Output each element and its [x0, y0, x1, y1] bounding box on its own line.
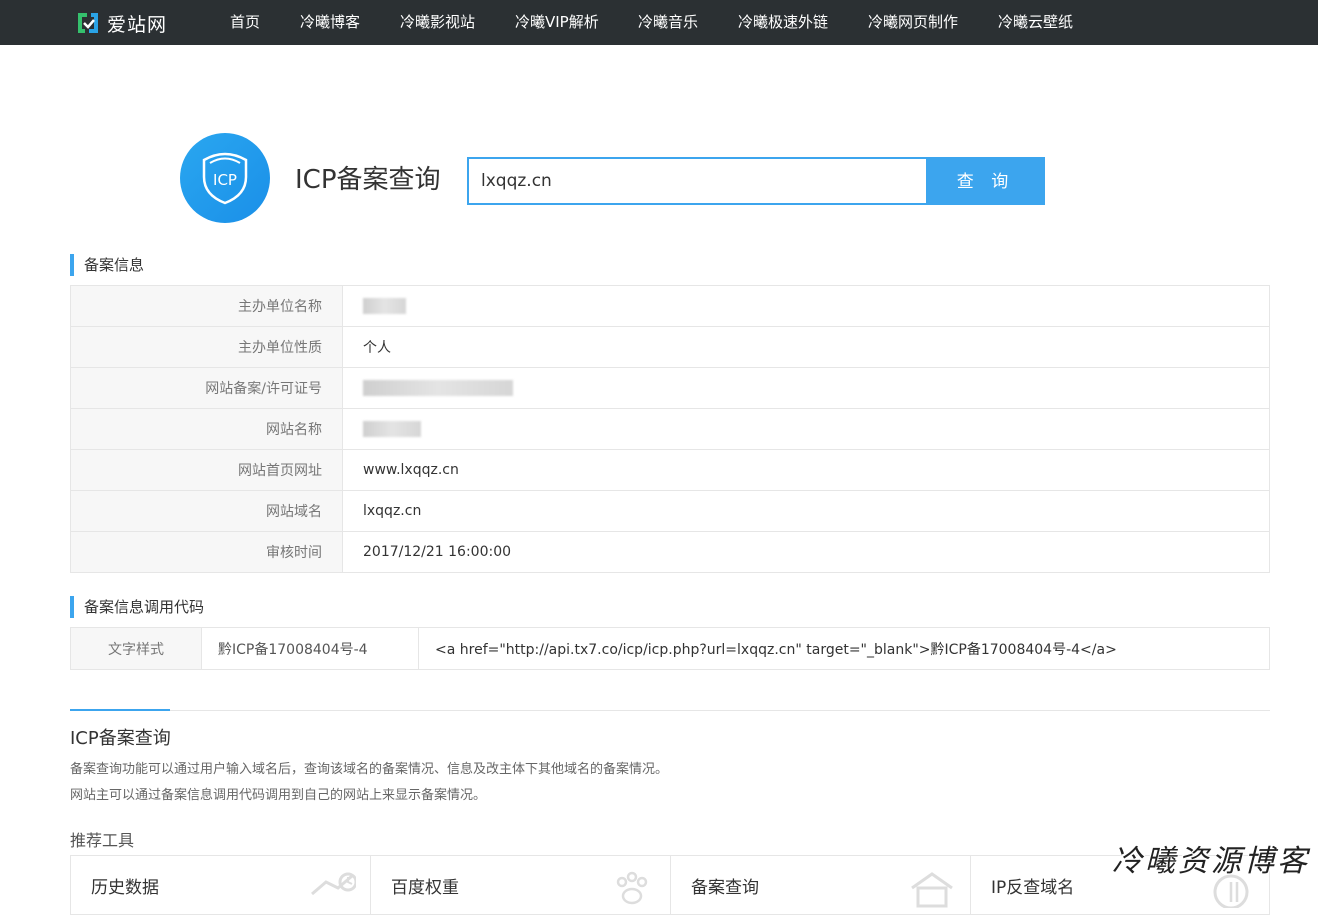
site-name-value [342, 408, 1270, 450]
redacted-value [363, 380, 513, 396]
nav-vip-parse[interactable]: 冷曦VIP解析 [515, 0, 599, 45]
table-row: 网站备案/许可证号 [70, 367, 1270, 409]
brand-logo[interactable]: 爱站网 [75, 8, 167, 38]
tool-card-icp-lookup[interactable]: 备案查询 [670, 855, 970, 915]
row-label: 网站备案/许可证号 [70, 367, 343, 409]
section-divider [70, 710, 1270, 711]
tool-card-label: IP反查域名 [991, 878, 1075, 898]
search-button[interactable]: 查 询 [926, 157, 1045, 205]
redacted-value [363, 421, 421, 437]
history-icon [311, 872, 356, 896]
table-row: 文字样式 黔ICP备17008404号-4 <a href="http://ap… [70, 627, 1270, 670]
row-label: 网站域名 [70, 490, 343, 532]
recommended-tools-title: 推荐工具 [70, 831, 135, 850]
top-nav-bar: 爱站网 首页 冷曦博客 冷曦影视站 冷曦VIP解析 冷曦音乐 冷曦极速外链 冷曦… [0, 0, 1318, 45]
tool-card-label: 备案查询 [691, 878, 759, 898]
brand-name: 爱站网 [107, 13, 168, 36]
page-title: ICP备案查询 [295, 165, 441, 195]
about-title: ICP备案查询 [70, 728, 171, 749]
about-line: 备案查询功能可以通过用户输入域名后，查询该域名的备案情况、信息及改主体下其他域名… [70, 762, 669, 777]
about-line: 网站主可以通过备案信息调用代码调用到自己的网站上来显示备案情况。 [70, 788, 487, 803]
aizhan-logo-icon [78, 13, 98, 33]
table-row: 网站首页网址 www.lxqqz.cn [70, 449, 1270, 491]
divider-accent [70, 709, 170, 711]
tool-card-baidu-weight[interactable]: 百度权重 [370, 855, 670, 915]
paw-icon [616, 871, 648, 905]
nav-video[interactable]: 冷曦影视站 [400, 0, 475, 45]
nav-home[interactable]: 首页 [230, 0, 260, 45]
redacted-value [363, 298, 406, 314]
embed-code-heading: 备案信息调用代码 [70, 596, 204, 618]
nav-blog[interactable]: 冷曦博客 [300, 0, 360, 45]
tool-card-label: 百度权重 [391, 878, 459, 898]
row-label: 审核时间 [70, 531, 343, 573]
row-label: 主办单位性质 [70, 326, 343, 368]
tool-card-label: 历史数据 [91, 878, 159, 898]
row-label: 网站名称 [70, 408, 343, 450]
row-value: www.lxqqz.cn [342, 449, 1270, 491]
nav-wallpaper[interactable]: 冷曦云壁纸 [998, 0, 1073, 45]
embed-code-value[interactable]: <a href="http://api.tx7.co/icp/icp.php?u… [418, 627, 1270, 670]
row-value: 2017/12/21 16:00:00 [342, 531, 1270, 573]
nav-web-design[interactable]: 冷曦网页制作 [868, 0, 958, 45]
icp-badge: ICP [180, 133, 270, 223]
text-style-sample: 黔ICP备17008404号-4 [201, 627, 419, 670]
record-info-table: 主办单位名称 主办单位性质 个人 网站备案/许可证号 网站名称 网站首页网址 w… [70, 285, 1270, 573]
icp-shield-icon: ICP [202, 152, 248, 205]
row-label: 网站首页网址 [70, 449, 343, 491]
domain-search-input[interactable] [467, 157, 926, 205]
table-row: 审核时间 2017/12/21 16:00:00 [70, 531, 1270, 573]
table-row: 主办单位性质 个人 [70, 326, 1270, 368]
nav-music[interactable]: 冷曦音乐 [638, 0, 698, 45]
nav-external-links[interactable]: 冷曦极速外链 [738, 0, 828, 45]
watermark-text: 冷曦资源博客 [1112, 844, 1310, 879]
tool-card-history[interactable]: 历史数据 [70, 855, 370, 915]
table-row: 主办单位名称 [70, 285, 1270, 327]
table-row: 网站名称 [70, 408, 1270, 450]
house-icon [911, 872, 953, 908]
text-style-label: 文字样式 [70, 627, 202, 670]
row-value: 个人 [342, 326, 1270, 368]
embed-code-table: 文字样式 黔ICP备17008404号-4 <a href="http://ap… [70, 627, 1270, 670]
license-number-value [342, 367, 1270, 409]
row-label: 主办单位名称 [70, 285, 343, 327]
row-value: lxqqz.cn [342, 490, 1270, 532]
record-info-heading: 备案信息 [70, 254, 144, 276]
sponsor-name-value [342, 285, 1270, 327]
table-row: 网站域名 lxqqz.cn [70, 490, 1270, 532]
icp-badge-text: ICP [213, 171, 237, 189]
